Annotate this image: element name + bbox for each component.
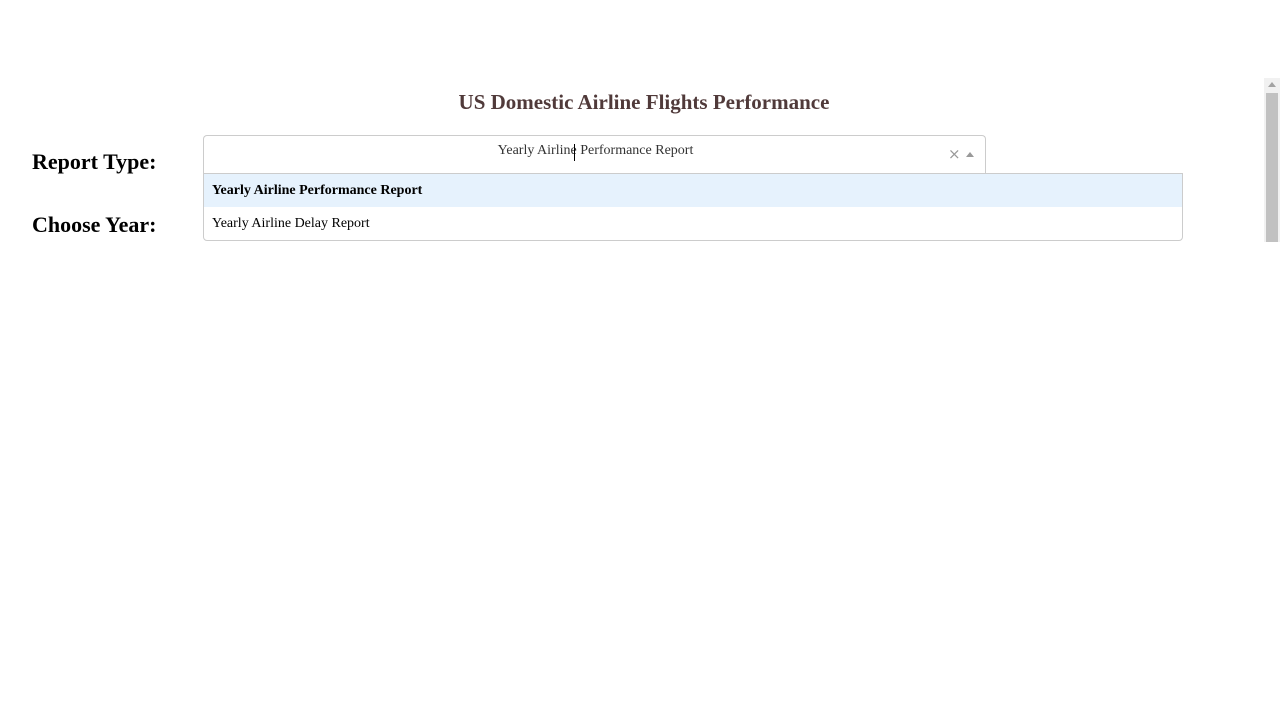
close-icon[interactable]: × [948, 145, 961, 163]
text-cursor [574, 144, 575, 161]
option-yearly-airline-performance-report[interactable]: Yearly Airline Performance Report [204, 174, 1182, 207]
option-yearly-airline-delay-report[interactable]: Yearly Airline Delay Report [204, 207, 1182, 240]
page-title: US Domestic Airline Flights Performance [458, 90, 830, 114]
choose-year-label: Choose Year: [32, 212, 157, 237]
scroll-up-arrow-icon[interactable] [1268, 82, 1276, 87]
dashboard-page: US Domestic Airline Flights Performance … [0, 0, 1280, 720]
chevron-up-icon[interactable] [966, 152, 974, 157]
report-type-dropdown[interactable]: Yearly Airline Performance Report × [203, 135, 986, 173]
report-type-options-menu: Yearly Airline Performance Report Yearly… [203, 173, 1183, 241]
scrollbar-thumb[interactable] [1266, 93, 1278, 242]
report-type-label: Report Type: [32, 149, 157, 174]
vertical-scrollbar[interactable] [1264, 78, 1280, 242]
report-type-selected-value[interactable]: Yearly Airline Performance Report [204, 143, 987, 159]
